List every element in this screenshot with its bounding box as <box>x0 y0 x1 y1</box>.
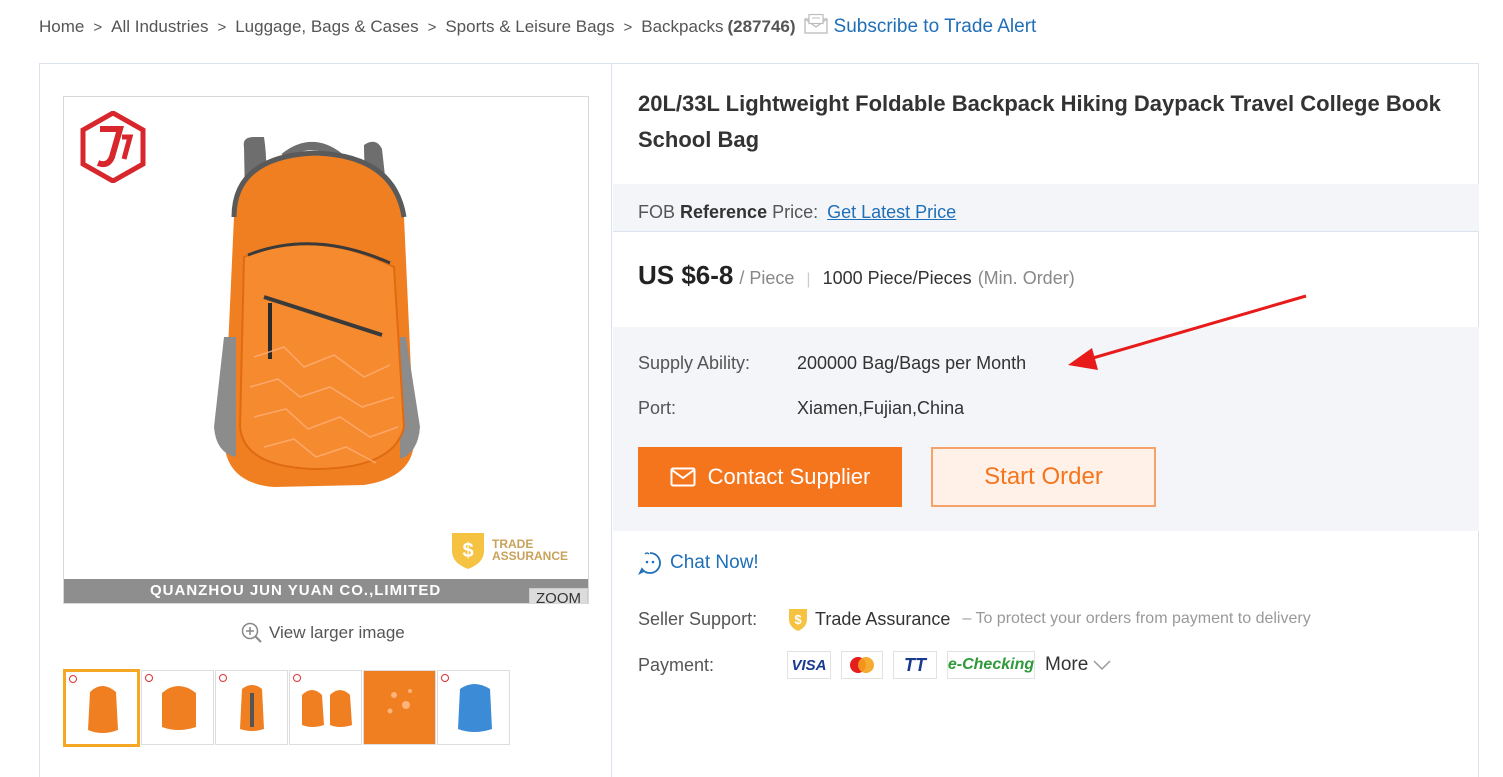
zoom-in-icon <box>241 622 262 643</box>
payment-label: Payment: <box>638 654 715 675</box>
mail-icon <box>670 467 696 487</box>
tt-icon: TT <box>893 651 937 679</box>
price-unit: / Piece <box>739 268 795 288</box>
trade-assurance-word-2: ASSURANCE <box>492 549 569 563</box>
thumbnail-1[interactable] <box>63 669 140 747</box>
breadcrumb-separator: > <box>93 18 103 36</box>
supply-info-box: Supply Ability: 200000 Bag/Bags per Mont… <box>613 327 1479 531</box>
logo-dot-icon <box>69 675 77 683</box>
trade-assurance-label: Trade Assurance <box>815 608 951 629</box>
fob-suffix: Price: <box>772 202 819 222</box>
supply-ability-row: Supply Ability: 200000 Bag/Bags per Mont… <box>638 353 1026 374</box>
contact-supplier-button[interactable]: Contact Supplier <box>638 447 902 507</box>
thumbnail-backpack-icon <box>302 690 352 727</box>
fob-bold: Reference <box>680 202 768 222</box>
payment-row: Payment: VISA TT e-Checking More <box>638 651 1112 679</box>
thumbnail-backpack-icon <box>240 685 264 731</box>
logo-dot-icon <box>441 674 449 682</box>
thumbnail-backpack-icon <box>458 684 492 732</box>
product-info: 20L/33L Lightweight Foldable Backpack Hi… <box>613 64 1479 777</box>
shield-dollar-icon: $ <box>789 609 807 631</box>
thumbnail-3[interactable] <box>215 670 288 745</box>
divider: | <box>806 271 811 288</box>
supply-ability-label: Supply Ability: <box>638 353 751 373</box>
trade-assurance-link[interactable]: $ Trade Assurance <box>787 606 950 632</box>
product-title: 20L/33L Lightweight Foldable Backpack Hi… <box>638 91 1441 152</box>
svg-text:$: $ <box>462 540 473 562</box>
fob-price-row: FOB Reference Price: Get Latest Price <box>613 184 1479 232</box>
thumbnail-5[interactable] <box>363 670 436 745</box>
svg-text:$: $ <box>794 612 802 627</box>
thumbnail-6[interactable] <box>437 670 510 745</box>
start-order-button[interactable]: Start Order <box>931 447 1156 507</box>
breadcrumb-sports-leisure[interactable]: Sports & Leisure Bags <box>445 17 614 37</box>
breadcrumb-separator: > <box>427 18 437 36</box>
main-product-image[interactable]: $ TRADE ASSURANCE QUANZHOU JUN YUAN CO.,… <box>63 96 589 604</box>
envelope-icon <box>803 14 828 34</box>
logo-dot-icon <box>219 674 227 682</box>
breadcrumb-separator: > <box>623 18 633 36</box>
chat-face-icon <box>638 552 661 575</box>
logo-dot-icon <box>293 674 301 682</box>
breadcrumb-all-industries[interactable]: All Industries <box>111 17 208 37</box>
product-detail-panel: $ TRADE ASSURANCE QUANZHOU JUN YUAN CO.,… <box>39 63 1479 777</box>
chat-now-label: Chat Now! <box>670 552 759 573</box>
breadcrumb-luggage[interactable]: Luggage, Bags & Cases <box>235 17 418 37</box>
breadcrumb: Home > All Industries > Luggage, Bags & … <box>39 14 1036 40</box>
seller-support-label: Seller Support: <box>638 608 758 629</box>
more-payment-link[interactable]: More <box>1045 654 1112 676</box>
view-larger-label: View larger image <box>269 623 405 642</box>
echecking-icon: e-Checking <box>947 651 1035 679</box>
thumbnail-4[interactable] <box>289 670 362 745</box>
company-watermark: QUANZHOU JUN YUAN CO.,LIMITED <box>64 579 588 603</box>
thumbnail-backpack-icon <box>162 686 196 730</box>
view-larger-image-link[interactable]: View larger image <box>241 622 405 644</box>
mastercard-icon <box>841 651 883 679</box>
water-drops-icon <box>387 689 412 714</box>
contact-supplier-label: Contact Supplier <box>707 464 871 489</box>
subscribe-trade-alert-link[interactable]: Subscribe to Trade Alert <box>803 14 1037 38</box>
company-logo-icon <box>80 111 146 183</box>
min-order-quantity: 1000 Piece/Pieces <box>822 268 972 288</box>
zoom-button[interactable]: ZOOM <box>529 588 588 603</box>
get-latest-price-link[interactable]: Get Latest Price <box>827 202 956 222</box>
fob-prefix: FOB <box>638 202 676 222</box>
supply-ability-value: 200000 Bag/Bags per Month <box>797 353 1027 373</box>
chevron-down-icon <box>1093 660 1111 671</box>
trade-assurance-watermark: $ TRADE ASSURANCE <box>448 529 568 571</box>
visa-icon: VISA <box>787 651 831 679</box>
price-row: US $6-8 / Piece | 1000 Piece/Pieces (Min… <box>638 260 1075 291</box>
more-label: More <box>1045 654 1089 675</box>
logo-dot-icon <box>145 674 153 682</box>
min-order-label: (Min. Order) <box>977 268 1075 288</box>
trade-assurance-note: – To protect your orders from payment to… <box>962 610 1311 627</box>
price-value: US $6-8 <box>638 260 734 290</box>
breadcrumb-backpacks: Backpacks <box>641 17 724 36</box>
chat-now-link[interactable]: Chat Now! <box>638 551 759 575</box>
port-row: Port: Xiamen,Fujian,China <box>638 398 964 419</box>
breadcrumb-home[interactable]: Home <box>39 17 84 37</box>
seller-support-row: Seller Support: $ Trade Assurance – To p… <box>638 606 1311 632</box>
thumbnail-backpack-icon <box>88 686 118 733</box>
breadcrumb-separator: > <box>217 18 227 36</box>
port-value: Xiamen,Fujian,China <box>797 398 965 418</box>
thumbnail-2[interactable] <box>141 670 214 745</box>
port-label: Port: <box>638 398 677 418</box>
thumbnail-strip <box>63 669 511 747</box>
breadcrumb-count: (287746) <box>727 17 796 36</box>
subscribe-label: Subscribe to Trade Alert <box>833 16 1037 37</box>
product-gallery: $ TRADE ASSURANCE QUANZHOU JUN YUAN CO.,… <box>40 64 612 777</box>
shield-dollar-icon: $ <box>452 533 484 569</box>
